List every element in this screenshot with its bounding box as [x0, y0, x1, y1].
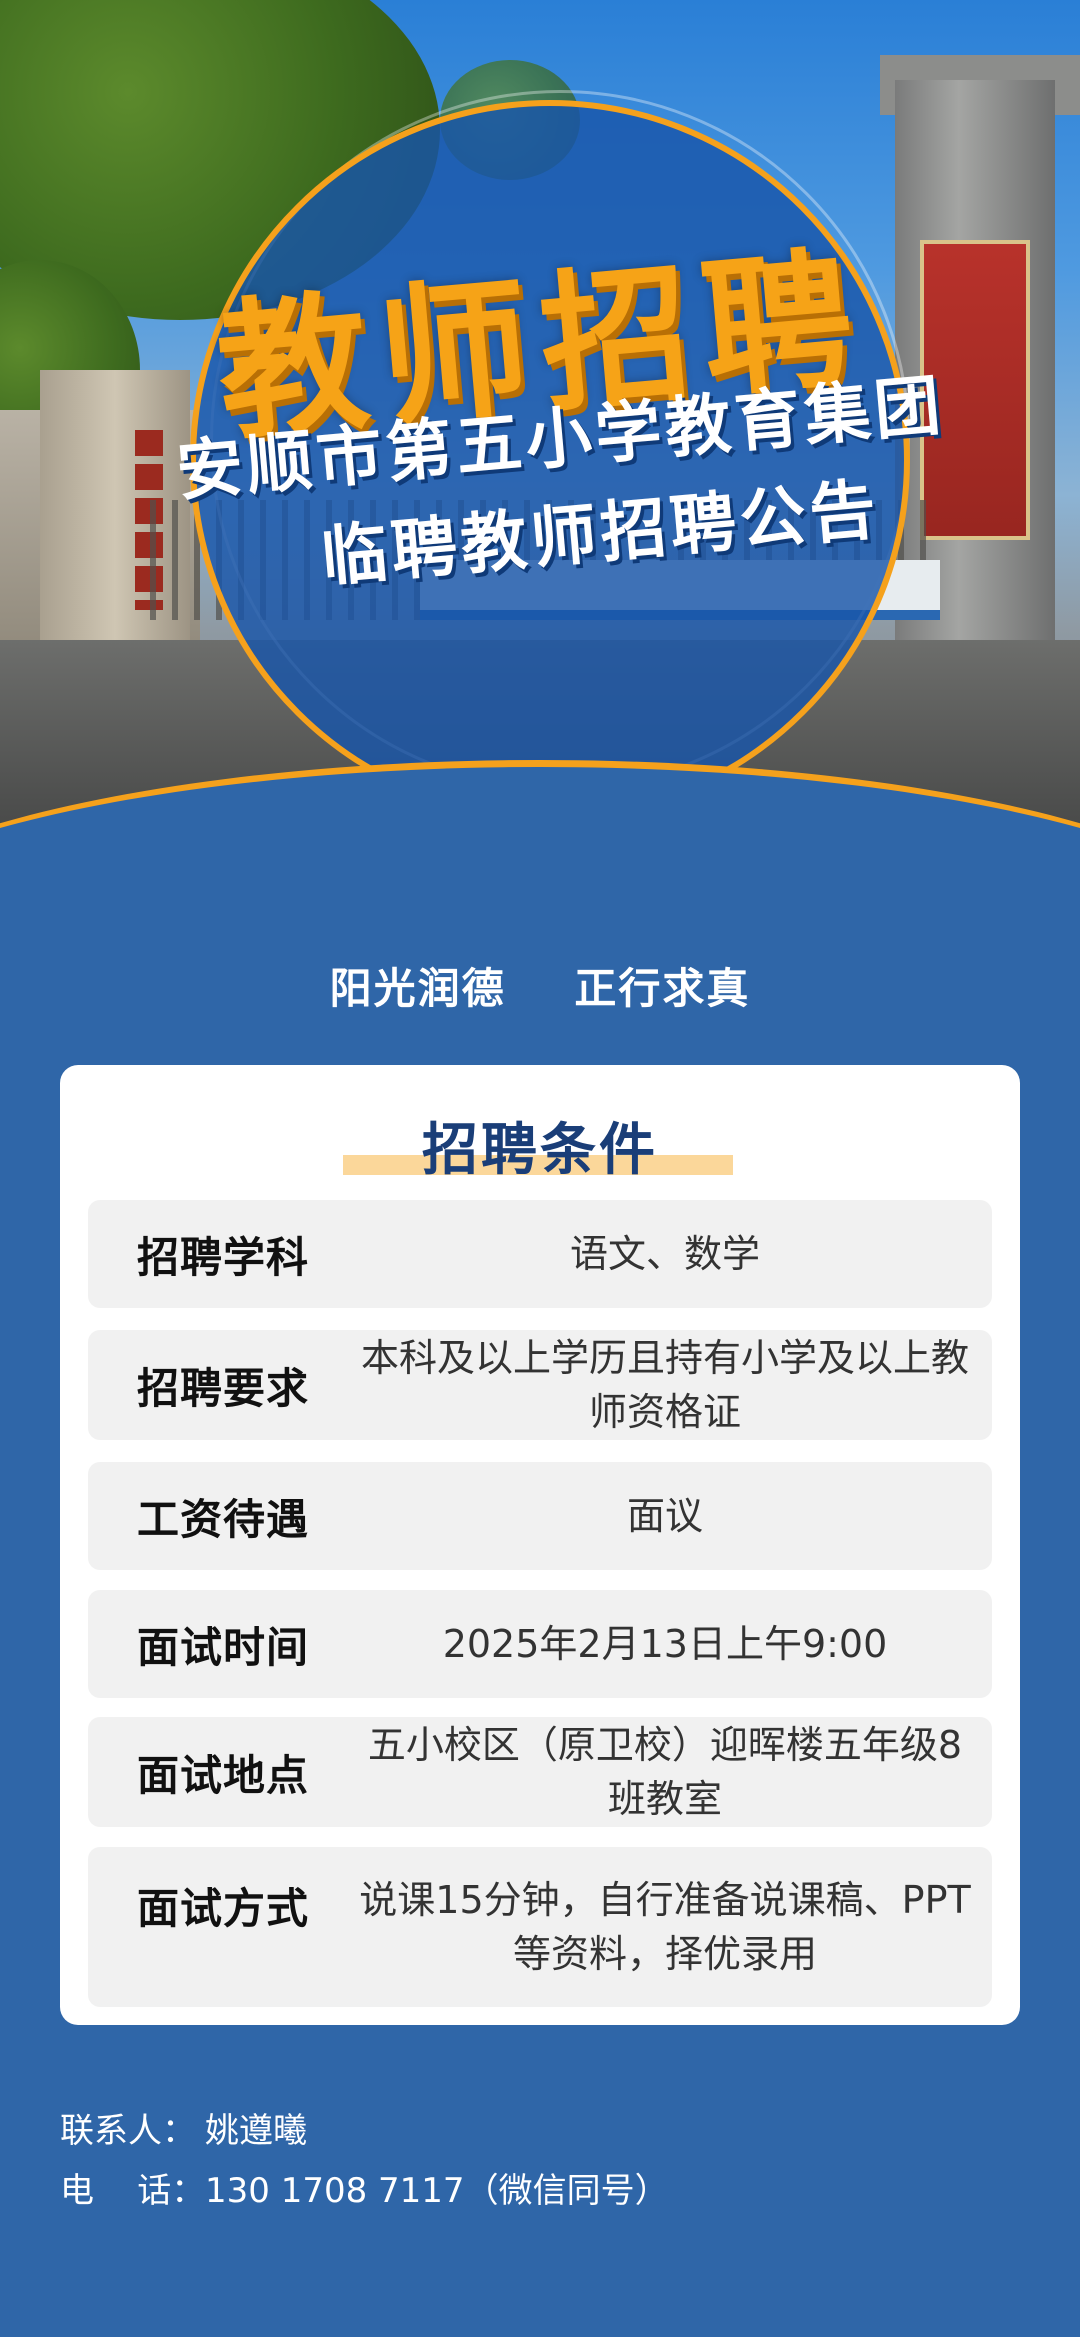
row-label: 工资待遇: [136, 1494, 309, 1544]
condition-row-requirement: 招聘要求 本科及以上学历且持有小学及以上教师资格证: [88, 1330, 992, 1440]
slogan-part2: 正行求真: [574, 964, 751, 1013]
row-value: 面议: [626, 1494, 703, 1538]
contact-person-label: 联系人：: [60, 2111, 196, 2151]
recruitment-conditions-card: 招聘条件 招聘学科 语文、数学 招聘要求 本科及以上学历且持有小学及以上教师资格…: [60, 1065, 1020, 2025]
card-title: 招聘条件: [422, 1118, 658, 1183]
row-value: 本科及以上学历且持有小学及以上教师资格证: [360, 1336, 969, 1434]
slogan: 阳光润德 正行求真: [0, 955, 1080, 1016]
contact-phone: 电 话：130 1708 7117（微信同号）: [60, 2163, 669, 2212]
condition-row-subject: 招聘学科 语文、数学: [88, 1200, 992, 1308]
condition-row-interview-method: 面试方式 说课15分钟，自行准备说课稿、PPT等资料，择优录用: [88, 1847, 992, 2007]
row-value: 说课15分钟，自行准备说课稿、PPT等资料，择优录用: [359, 1878, 971, 1976]
row-value: 语文、数学: [569, 1232, 760, 1276]
condition-row-interview-time: 面试时间 2025年2月13日上午9:00: [88, 1590, 992, 1698]
contact-person: 联系人： 姚遵曦: [60, 2103, 307, 2152]
condition-row-salary: 工资待遇 面议: [88, 1462, 992, 1570]
row-label: 招聘学科: [136, 1232, 309, 1282]
hero-banner: 教师招聘 安顺市第五小学教育集团 临聘教师招聘公告: [0, 0, 1080, 900]
row-label: 招聘要求: [136, 1363, 309, 1413]
contact-person-name: 姚遵曦: [205, 2111, 307, 2151]
row-value: 五小校区（原卫校）迎晖楼五年级8班教室: [367, 1723, 963, 1821]
contact-phone-label: 电 话：: [60, 2171, 206, 2211]
condition-row-interview-location: 面试地点 五小校区（原卫校）迎晖楼五年级8班教室: [88, 1717, 992, 1827]
row-label: 面试地点: [136, 1750, 309, 1800]
contact-phone-number[interactable]: 130 1708 7117（微信同号）: [205, 2171, 669, 2211]
row-label: 面试时间: [136, 1622, 309, 1672]
slogan-part1: 阳光润德: [329, 964, 506, 1013]
row-label: 面试方式: [136, 1884, 309, 1933]
row-value: 2025年2月13日上午9:00: [442, 1622, 888, 1666]
